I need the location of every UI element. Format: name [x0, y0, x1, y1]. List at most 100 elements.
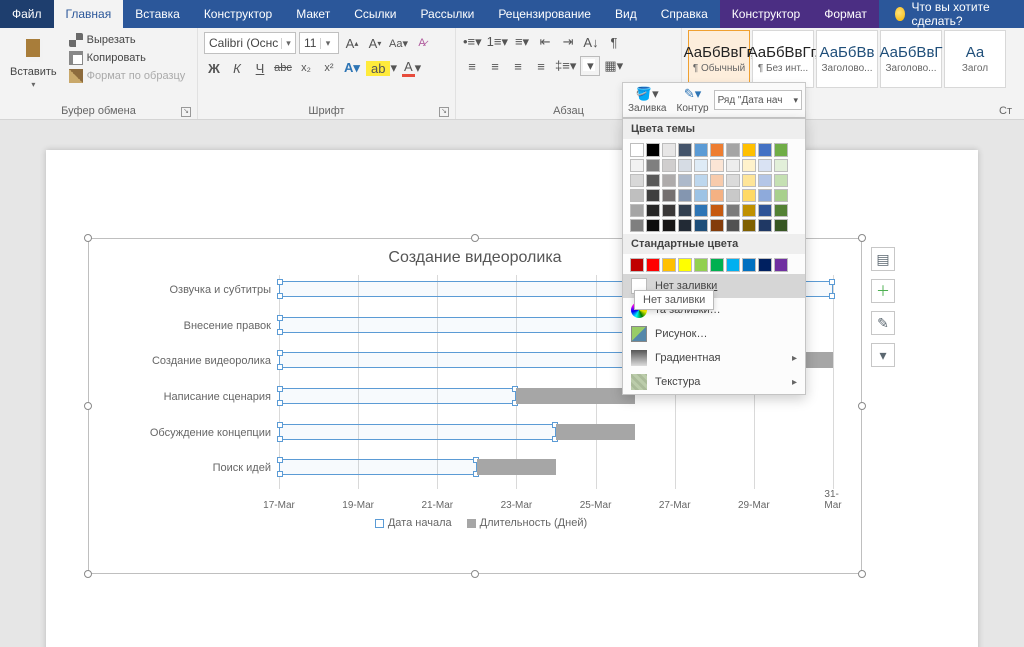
color-swatch[interactable]: [774, 174, 788, 187]
tab-design[interactable]: Конструктор: [192, 0, 284, 28]
tab-mailings[interactable]: Рассылки: [408, 0, 486, 28]
mini-series-select[interactable]: Ряд "Дата нач▾: [714, 90, 802, 110]
chart-styles-button[interactable]: ✎: [871, 311, 895, 335]
color-swatch[interactable]: [758, 174, 772, 187]
color-swatch[interactable]: [694, 189, 708, 202]
color-swatch[interactable]: [726, 143, 740, 157]
mini-outline-button[interactable]: ✎▾Контур: [672, 84, 714, 116]
color-swatch[interactable]: [710, 219, 724, 232]
chart-layout-button[interactable]: ▤: [871, 247, 895, 271]
underline-button[interactable]: Ч: [250, 58, 270, 78]
color-swatch[interactable]: [646, 159, 660, 172]
strike-button[interactable]: abc: [273, 58, 293, 78]
style-tile[interactable]: АаБбВвГЗаголово...: [880, 30, 942, 88]
tell-me[interactable]: Что вы хотите сделать?: [883, 0, 1024, 28]
justify-button[interactable]: ≡: [531, 56, 551, 76]
paste-button[interactable]: Вставить ▾: [6, 30, 61, 91]
tab-references[interactable]: Ссылки: [342, 0, 408, 28]
color-swatch[interactable]: [742, 174, 756, 187]
color-swatch[interactable]: [662, 174, 676, 187]
bold-button[interactable]: Ж: [204, 58, 224, 78]
color-swatch[interactable]: [694, 219, 708, 232]
borders-button[interactable]: ▦▾: [603, 56, 624, 76]
shrink-font-button[interactable]: A▾: [365, 33, 385, 53]
color-swatch[interactable]: [662, 219, 676, 232]
color-swatch[interactable]: [742, 189, 756, 202]
color-swatch[interactable]: [678, 189, 692, 202]
color-swatch[interactable]: [710, 143, 724, 157]
color-swatch[interactable]: [678, 174, 692, 187]
color-swatch[interactable]: [678, 204, 692, 217]
color-swatch[interactable]: [630, 204, 644, 217]
color-swatch[interactable]: [742, 219, 756, 232]
chart-legend[interactable]: Дата начала Длительность (Дней): [107, 517, 843, 529]
color-swatch[interactable]: [710, 174, 724, 187]
shading-button[interactable]: ▾: [580, 56, 600, 76]
texture-fill-item[interactable]: Текстура▸: [623, 370, 805, 394]
grow-font-button[interactable]: A▴: [342, 33, 362, 53]
line-spacing-button[interactable]: ‡≡▾: [554, 56, 577, 76]
font-dialog-icon[interactable]: ↘: [439, 107, 449, 117]
color-swatch[interactable]: [758, 258, 772, 272]
color-swatch[interactable]: [678, 159, 692, 172]
color-swatch[interactable]: [662, 189, 676, 202]
color-swatch[interactable]: [646, 219, 660, 232]
color-swatch[interactable]: [630, 258, 644, 272]
color-swatch[interactable]: [678, 258, 692, 272]
color-swatch[interactable]: [646, 258, 660, 272]
color-swatch[interactable]: [726, 189, 740, 202]
cut-button[interactable]: Вырезать: [67, 32, 188, 48]
copy-button[interactable]: Копировать: [67, 50, 188, 66]
style-gallery[interactable]: АаБбВвГг,¶ ОбычныйАаБбВвГг,¶ Без инт... А…: [688, 30, 1006, 88]
color-swatch[interactable]: [710, 189, 724, 202]
show-marks-button[interactable]: ¶: [604, 32, 624, 52]
gradient-fill-item[interactable]: Градиентная▸: [623, 346, 805, 370]
color-swatch[interactable]: [774, 258, 788, 272]
color-swatch[interactable]: [646, 189, 660, 202]
bullets-button[interactable]: •≡▾: [462, 32, 483, 52]
color-swatch[interactable]: [630, 174, 644, 187]
tab-chart-design[interactable]: Конструктор: [720, 0, 812, 28]
style-tile[interactable]: АаБбВвГг,¶ Без инт...: [752, 30, 814, 88]
color-swatch[interactable]: [630, 143, 644, 157]
tab-view[interactable]: Вид: [603, 0, 649, 28]
clear-format-button[interactable]: A̷: [412, 33, 432, 53]
clipboard-dialog-icon[interactable]: ↘: [181, 107, 191, 117]
change-case-button[interactable]: Aa▾: [388, 33, 409, 53]
color-swatch[interactable]: [726, 159, 740, 172]
color-swatch[interactable]: [742, 258, 756, 272]
color-swatch[interactable]: [742, 143, 756, 157]
color-swatch[interactable]: [758, 159, 772, 172]
picture-fill-item[interactable]: Рисунок…: [623, 322, 805, 346]
color-swatch[interactable]: [694, 159, 708, 172]
multilevel-button[interactable]: ≡▾: [512, 32, 532, 52]
italic-button[interactable]: К: [227, 58, 247, 78]
superscript-button[interactable]: x²: [319, 58, 339, 78]
tab-file[interactable]: Файл: [0, 0, 54, 28]
color-swatch[interactable]: [710, 258, 724, 272]
chart-bar-row[interactable]: Обсуждение концепции: [279, 424, 833, 448]
color-swatch[interactable]: [758, 204, 772, 217]
color-swatch[interactable]: [694, 143, 708, 157]
align-left-button[interactable]: ≡: [462, 56, 482, 76]
subscript-button[interactable]: x₂: [296, 58, 316, 78]
color-swatch[interactable]: [758, 219, 772, 232]
font-size-combo[interactable]: 11▾: [299, 32, 339, 54]
color-swatch[interactable]: [694, 258, 708, 272]
indent-button[interactable]: ⇥: [558, 32, 578, 52]
tab-chart-format[interactable]: Формат: [812, 0, 879, 28]
color-swatch[interactable]: [662, 159, 676, 172]
highlight-button[interactable]: ab▾: [365, 58, 398, 78]
style-tile[interactable]: АаБбВвГг,¶ Обычный: [688, 30, 750, 88]
color-swatch[interactable]: [726, 219, 740, 232]
color-swatch[interactable]: [758, 143, 772, 157]
color-swatch[interactable]: [710, 159, 724, 172]
color-swatch[interactable]: [694, 174, 708, 187]
color-swatch[interactable]: [726, 204, 740, 217]
color-swatch[interactable]: [774, 189, 788, 202]
color-swatch[interactable]: [774, 219, 788, 232]
color-swatch[interactable]: [630, 219, 644, 232]
outdent-button[interactable]: ⇤: [535, 32, 555, 52]
color-swatch[interactable]: [630, 159, 644, 172]
color-swatch[interactable]: [710, 204, 724, 217]
